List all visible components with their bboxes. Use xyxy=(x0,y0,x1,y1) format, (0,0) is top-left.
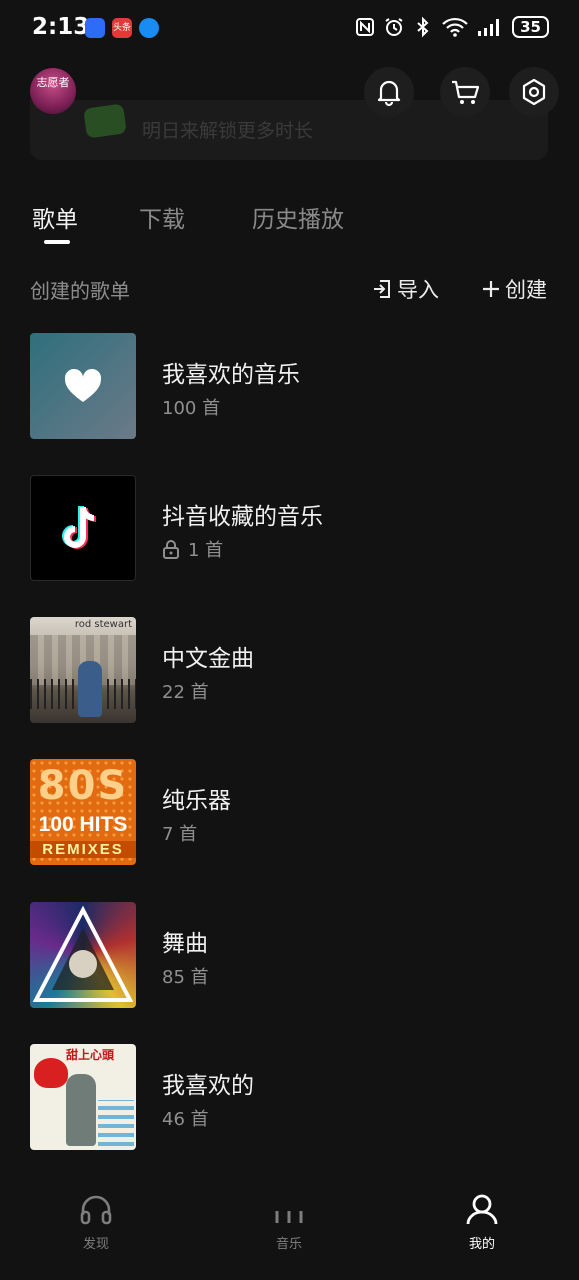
gear-icon xyxy=(522,78,546,106)
playlist-count-text: 7 首 xyxy=(162,824,198,845)
battery-indicator: 35 xyxy=(512,16,549,38)
playlist-count-text: 100 首 xyxy=(162,398,221,419)
nav-label: 发现 xyxy=(82,1237,109,1252)
bluetooth-icon xyxy=(417,16,429,38)
playlist-item[interactable]: 甜上心頭 我喜欢的 46 首 xyxy=(30,1044,550,1150)
nav-discover[interactable]: 发现 xyxy=(46,1193,146,1252)
playlist-title: 纯乐器 xyxy=(162,788,231,814)
cover-figure xyxy=(78,661,102,717)
playlist-title: 我喜欢的音乐 xyxy=(162,362,300,388)
toutiao-notification-icon: 头条 xyxy=(112,18,132,38)
cart-icon xyxy=(452,80,480,104)
tab-downloads[interactable]: 下载 xyxy=(139,200,185,234)
playlist-item[interactable]: 抖音收藏的音乐 1 首 xyxy=(30,475,550,581)
heart-icon xyxy=(64,368,102,402)
cover-art xyxy=(32,905,134,1002)
banner-thumbnail xyxy=(83,103,127,139)
create-button[interactable]: 创建 xyxy=(482,274,547,304)
playlist-cover xyxy=(30,333,136,439)
active-tab-indicator xyxy=(44,240,70,244)
cover-text: 80S xyxy=(37,763,129,809)
bell-icon xyxy=(377,80,401,107)
playlist-title: 我喜欢的 xyxy=(162,1073,254,1099)
avatar[interactable]: 志愿者 xyxy=(30,68,76,114)
playlist-count: 85 首 xyxy=(162,963,209,989)
playlist-cover: 甜上心頭 xyxy=(30,1044,136,1150)
import-button[interactable]: 导入 xyxy=(372,274,439,304)
import-label: 导入 xyxy=(397,278,439,302)
status-bar: 2:13 头条 35 xyxy=(0,0,579,58)
cover-text: rod stewart xyxy=(74,619,132,630)
create-label: 创建 xyxy=(505,278,547,302)
browser-notification-icon xyxy=(139,18,159,38)
nav-label: 我的 xyxy=(468,1237,495,1252)
playlist-item[interactable]: 舞曲 85 首 xyxy=(30,902,550,1008)
playlist-cover xyxy=(30,902,136,1008)
nav-music[interactable]: 音乐 xyxy=(239,1193,339,1252)
cover-text: 100 HITS xyxy=(38,813,128,836)
playlist-count-text: 85 首 xyxy=(162,967,209,988)
cart-button[interactable] xyxy=(440,67,490,117)
notification-button[interactable] xyxy=(364,67,414,117)
playlist-count-text: 22 首 xyxy=(162,682,209,703)
playlist-count: 22 首 xyxy=(162,678,209,704)
playlist-count-text: 46 首 xyxy=(162,1109,209,1130)
banner-text: 明日来解锁更多时长 xyxy=(142,120,314,142)
playlist-count: 7 首 xyxy=(162,820,197,846)
avatar-text: 志愿者 xyxy=(36,76,70,89)
status-time: 2:13 xyxy=(32,14,90,40)
playlist-cover xyxy=(30,475,136,581)
playlist-count: 100 首 xyxy=(162,394,220,420)
tab-playlists[interactable]: 歌单 xyxy=(32,200,78,234)
plus-icon xyxy=(483,281,499,297)
playlist-title: 舞曲 xyxy=(162,931,208,957)
playlist-item[interactable]: 80S 100 HITS REMIXES 纯乐器 7 首 xyxy=(30,759,550,865)
section-title: 创建的歌单 xyxy=(30,279,130,303)
playlist-cover: rod stewart xyxy=(30,617,136,723)
playlist-count-text: 1 首 xyxy=(188,540,224,561)
wifi-icon xyxy=(442,17,468,37)
bottom-navigation: 发现 音乐 我的 xyxy=(0,1185,579,1280)
settings-button[interactable] xyxy=(509,67,559,117)
playlist-item[interactable]: rod stewart 中文金曲 22 首 xyxy=(30,617,550,723)
app-notification-icon xyxy=(85,18,105,38)
import-icon xyxy=(374,280,390,298)
playlist-item[interactable]: 我喜欢的音乐 100 首 xyxy=(30,333,550,439)
playlist-title: 抖音收藏的音乐 xyxy=(162,504,323,530)
cover-figure xyxy=(66,1074,96,1146)
tab-history[interactable]: 历史播放 xyxy=(252,200,344,234)
signal-icon xyxy=(478,19,500,36)
douyin-logo-icon xyxy=(62,505,97,549)
playlist-count: 1 首 xyxy=(162,536,223,562)
user-icon xyxy=(466,1194,498,1225)
nfc-icon xyxy=(356,18,375,36)
playlist-cover: 80S 100 HITS REMIXES xyxy=(30,759,136,865)
cover-text: 甜上心頭 xyxy=(66,1048,115,1062)
bars-icon xyxy=(275,1211,303,1223)
playlist-title: 中文金曲 xyxy=(162,646,254,672)
cover-tiles xyxy=(98,1100,134,1146)
lock-icon xyxy=(163,540,179,559)
cover-text: REMIXES xyxy=(30,841,136,858)
nav-mine[interactable]: 我的 xyxy=(432,1193,532,1252)
alarm-icon xyxy=(385,18,403,36)
headphones-icon xyxy=(80,1195,112,1225)
nav-label: 音乐 xyxy=(275,1237,302,1252)
cover-heart-shape xyxy=(34,1058,68,1088)
playlist-count: 46 首 xyxy=(162,1105,209,1131)
